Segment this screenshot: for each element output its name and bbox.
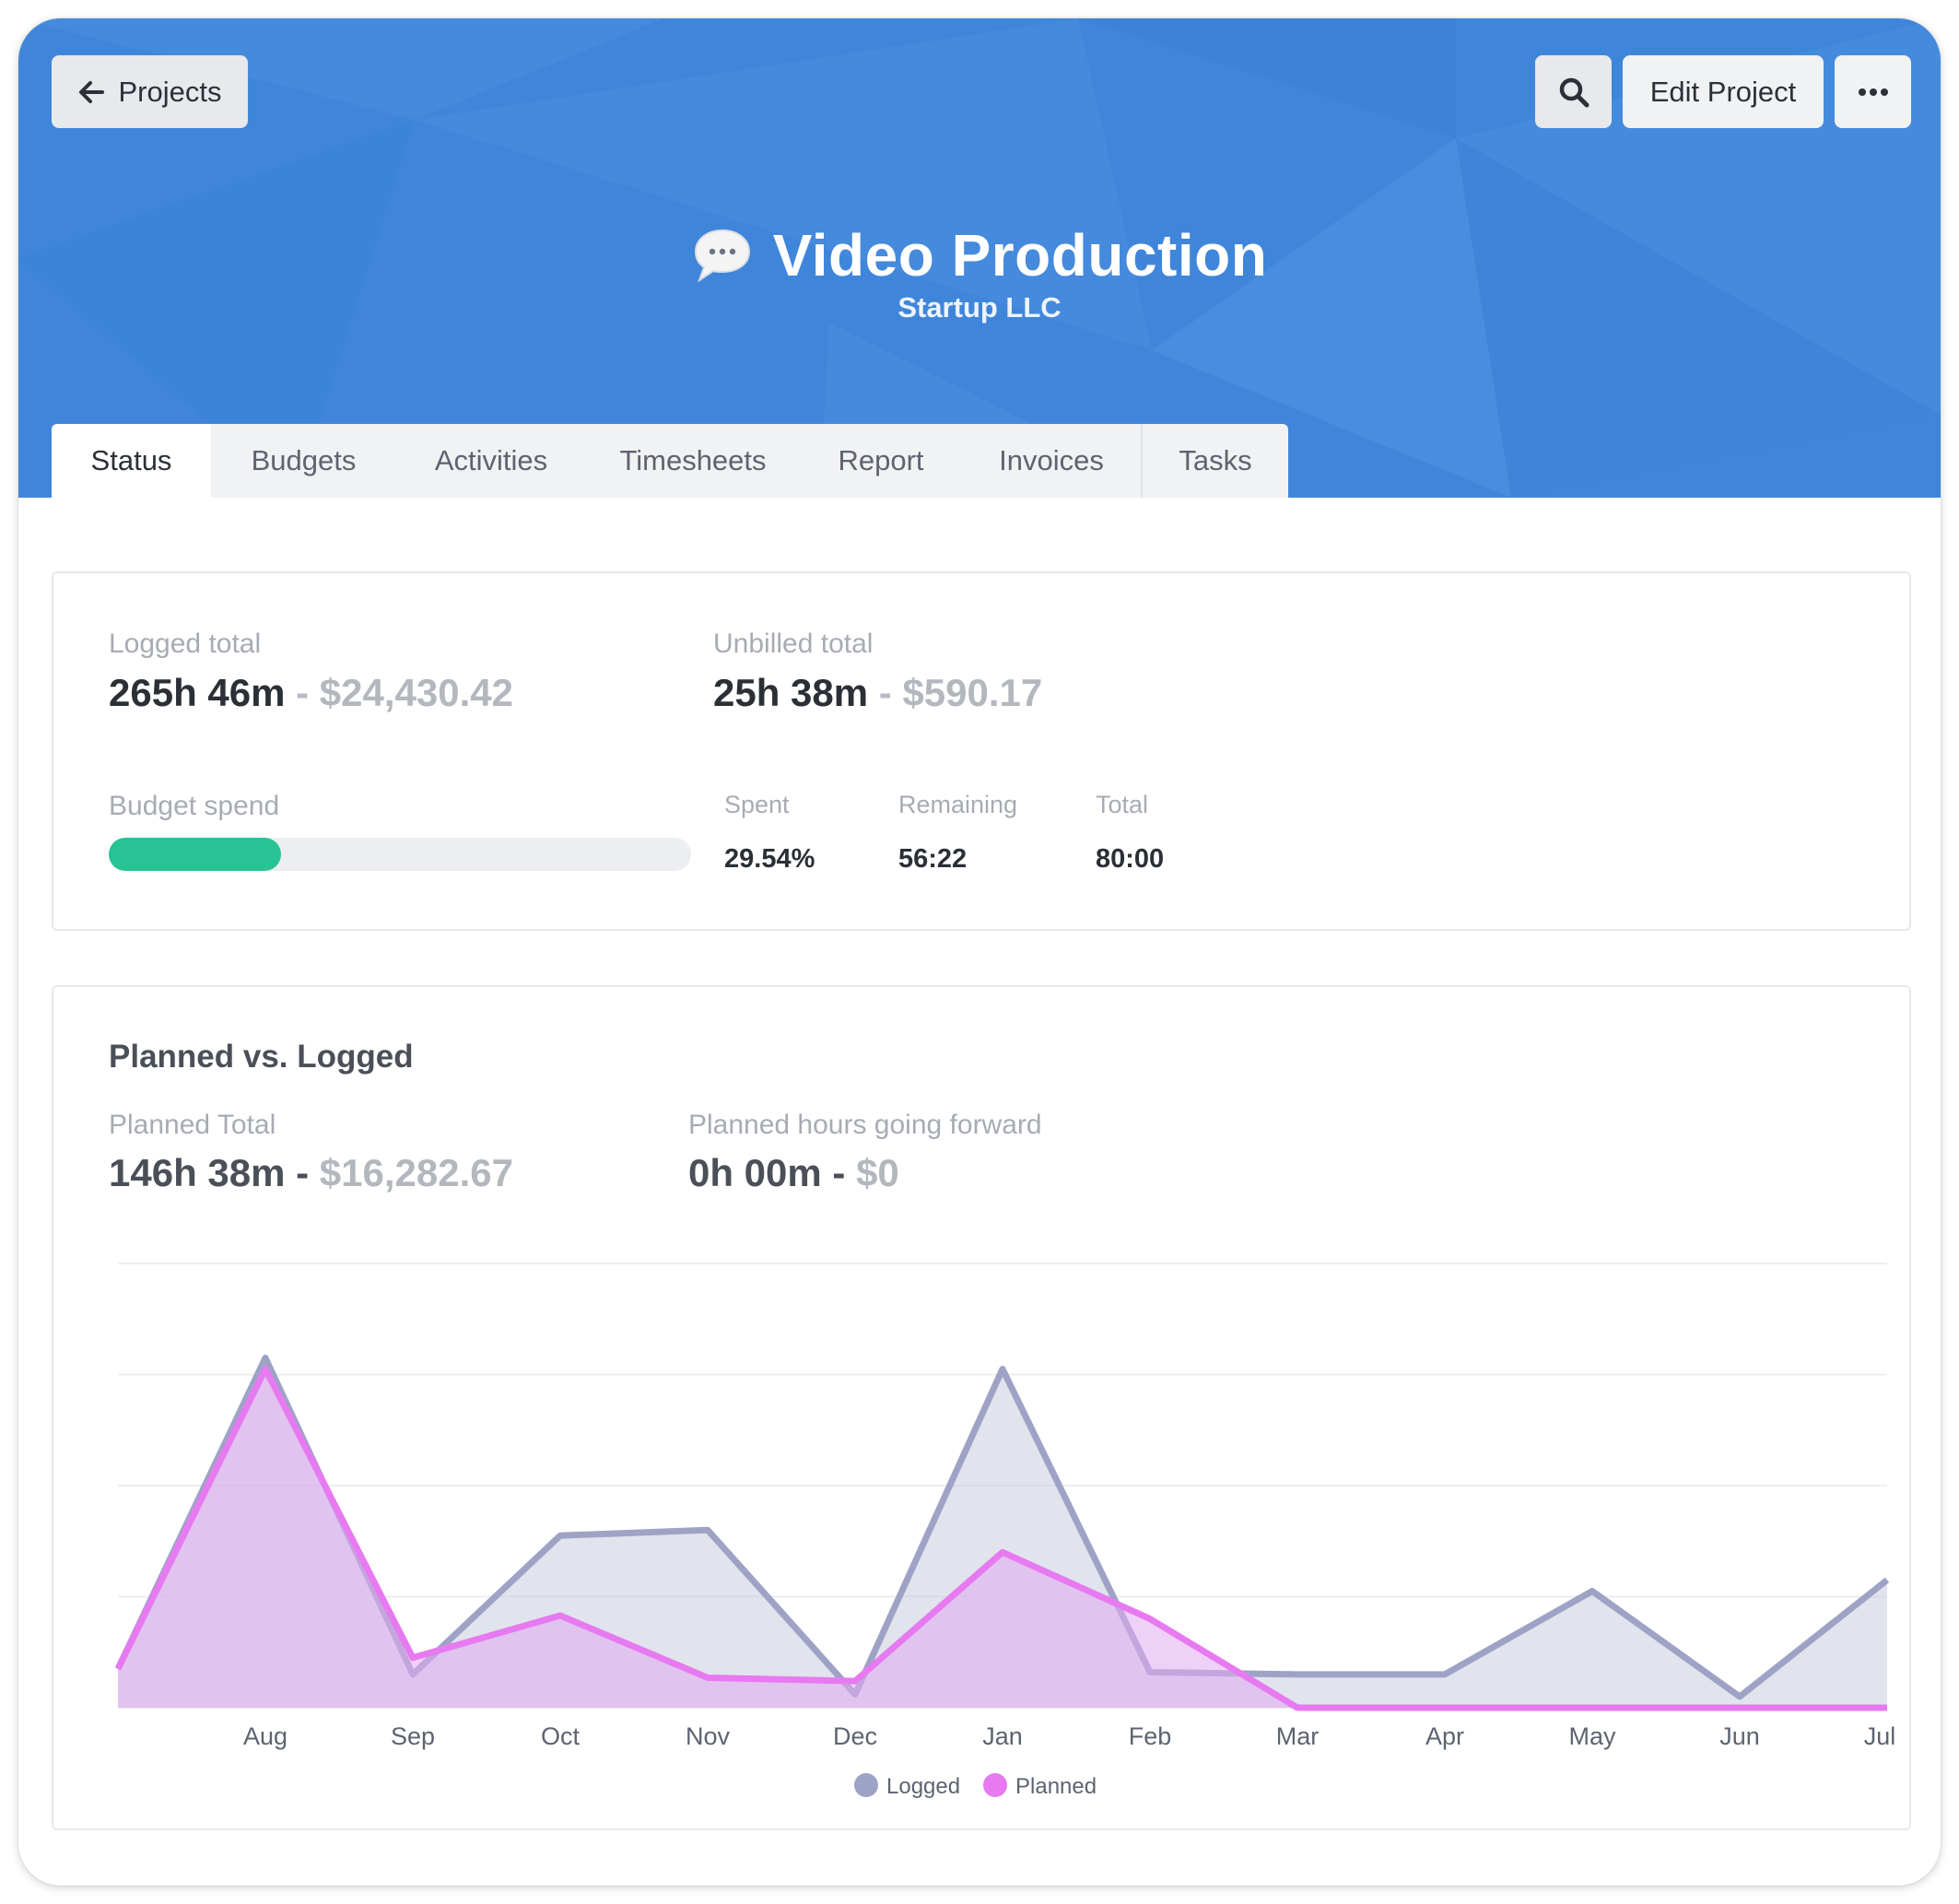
- totals-card: Logged total 265h 46m - $24,430.42 Unbil…: [52, 571, 1911, 931]
- x-tick-label: Oct: [541, 1722, 581, 1750]
- unbilled-amount: $590.17: [902, 671, 1043, 714]
- unbilled-total-value: 25h 38m - $590.17: [713, 671, 1043, 714]
- planned-legend-swatch: [983, 1773, 1007, 1797]
- planned-vs-logged-chart: Aug Sep Oct Nov Dec Jan Feb Mar Apr May Jun Jul Logg…: [114, 1263, 1896, 1799]
- x-tick-label: Dec: [833, 1722, 877, 1750]
- remaining-label: Remaining: [898, 791, 1018, 818]
- x-tick-label: Jul: [1864, 1722, 1896, 1750]
- logged-legend-label: Logged: [886, 1774, 960, 1799]
- x-tick-label: Nov: [686, 1722, 731, 1750]
- spent-value: 29.54%: [724, 844, 815, 874]
- project-client: Startup LLC: [897, 291, 1062, 323]
- arrow-left-icon: [78, 80, 104, 103]
- speech-bubble-icon: [694, 229, 750, 283]
- project-tabs: Status Budgets Activities Timesheets Rep…: [52, 424, 1288, 498]
- project-title-block: Video Production Startup LLC: [18, 221, 1941, 324]
- unbilled-total-label: Unbilled total: [713, 629, 874, 659]
- x-tick-label: Jan: [982, 1722, 1023, 1750]
- planned-legend-label: Planned: [1015, 1774, 1097, 1799]
- tab-report[interactable]: Report: [800, 424, 962, 498]
- tab-timesheets[interactable]: Timesheets: [586, 424, 800, 498]
- tab-invoices[interactable]: Invoices: [962, 424, 1143, 498]
- x-tick-label: Apr: [1425, 1722, 1464, 1750]
- tab-budgets[interactable]: Budgets: [211, 424, 396, 498]
- search-icon: [1559, 77, 1589, 107]
- logged-amount: $24,430.42: [319, 671, 514, 714]
- budget-spend-label: Budget spend: [109, 791, 280, 821]
- x-tick-label: Sep: [391, 1722, 435, 1750]
- x-tick-label: Mar: [1276, 1722, 1320, 1750]
- x-tick-label: Feb: [1129, 1722, 1172, 1750]
- tab-activities[interactable]: Activities: [396, 424, 586, 498]
- remaining-value: 56:22: [898, 844, 968, 874]
- tab-tasks[interactable]: Tasks: [1143, 424, 1288, 498]
- budget-progress-bar: [109, 838, 691, 871]
- x-tick-label: Aug: [243, 1722, 287, 1750]
- more-dots-icon: [1858, 88, 1888, 96]
- edit-project-button[interactable]: Edit Project: [1623, 55, 1824, 128]
- total-label: Total: [1096, 791, 1149, 818]
- x-tick-label: May: [1568, 1722, 1616, 1750]
- tab-status[interactable]: Status: [52, 424, 211, 498]
- budget-progress-fill: [109, 838, 281, 871]
- project-title: Video Production: [772, 222, 1268, 288]
- unbilled-hours: 25h 38m: [713, 671, 869, 714]
- project-header: Projects Edit Project Video Production S…: [18, 18, 1941, 498]
- x-tick-label: Jun: [1719, 1722, 1760, 1750]
- logged-hours: 265h 46m: [109, 671, 286, 714]
- logged-legend-swatch: [854, 1773, 878, 1797]
- total-value: 80:00: [1096, 844, 1165, 874]
- logged-total-value: 265h 46m - $24,430.42: [109, 671, 514, 714]
- back-button-label: Projects: [118, 75, 222, 108]
- planned-vs-logged-card: Planned vs. Logged Planned Total 146h 38…: [52, 985, 1911, 1830]
- search-button[interactable]: [1535, 55, 1612, 128]
- more-options-button[interactable]: [1835, 55, 1911, 128]
- spent-label: Spent: [724, 791, 790, 818]
- logged-total-label: Logged total: [109, 629, 262, 659]
- app-window: Projects Edit Project Video Production S…: [18, 18, 1941, 1886]
- edit-project-label: Edit Project: [1649, 75, 1797, 108]
- back-to-projects-button[interactable]: Projects: [52, 55, 248, 128]
